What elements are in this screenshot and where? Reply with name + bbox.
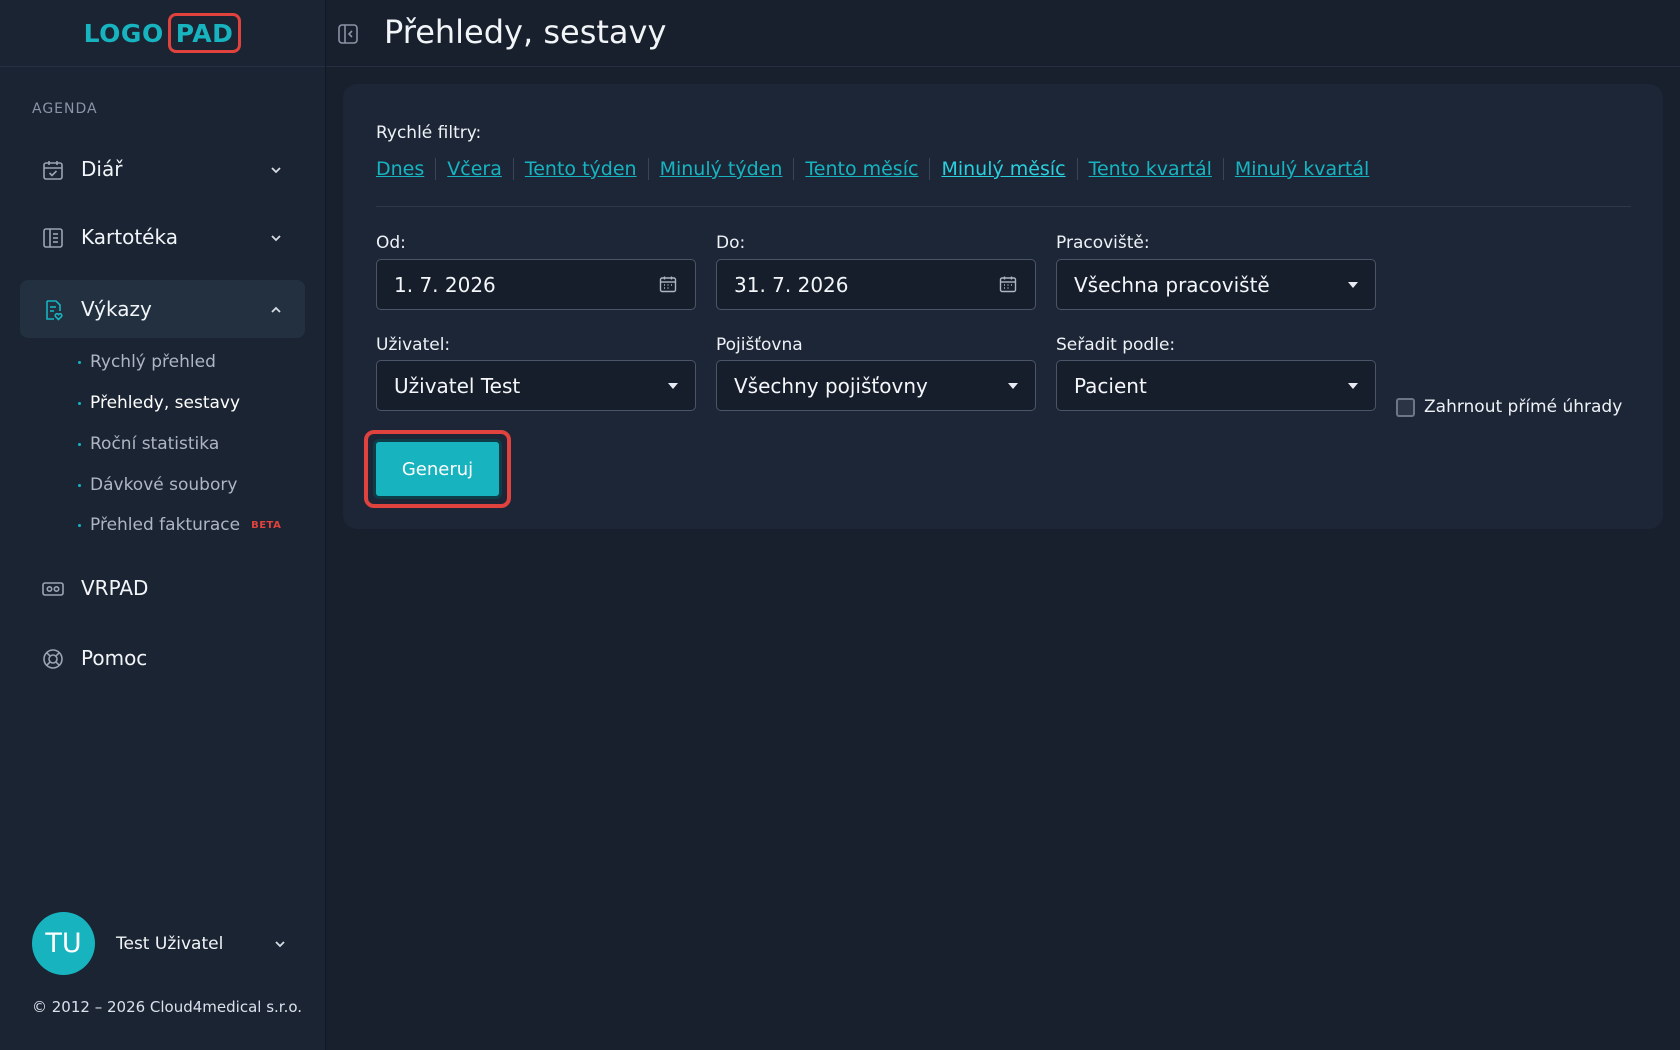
quick-filter-vcera[interactable]: Včera [447, 158, 502, 180]
beta-badge: BETA [251, 519, 282, 531]
workplace-value: Všechna pracoviště [1074, 272, 1270, 297]
calendar-icon[interactable] [658, 274, 678, 294]
insurer-select[interactable]: Všechny pojišťovny [716, 360, 1036, 411]
bullet-dot [78, 360, 81, 364]
chevron-down-icon [275, 940, 285, 947]
from-label: Od: [376, 233, 406, 253]
generate-button[interactable]: Generuj [373, 439, 502, 499]
sidebar-item-label: Kartotéka [81, 225, 178, 249]
sidebar-subitem-prehledy-sestavy[interactable]: Přehledy, sestavy [78, 393, 240, 413]
date-from-field[interactable]: 1. 7. 2026 [376, 259, 696, 310]
caret-down-icon [1348, 383, 1358, 389]
sidebar-item-diar[interactable]: Diář [20, 140, 305, 198]
card-file-icon [43, 228, 63, 248]
avatar: TU [32, 912, 95, 975]
sort-select[interactable]: Pacient [1056, 360, 1376, 411]
workplace-label: Pracoviště: [1056, 233, 1150, 253]
sidebar-item-vykazy[interactable]: Výkazy [20, 280, 305, 338]
sidebar-item-vrpad[interactable]: VRPAD [20, 559, 305, 617]
caret-down-icon [1008, 383, 1018, 389]
bullet-dot [78, 483, 81, 487]
bullet-dot [78, 523, 81, 527]
sidebar-collapse-icon[interactable] [336, 22, 360, 46]
sidebar-subitem-label: Přehled fakturace [90, 515, 241, 535]
filter-card: Rychlé filtry: Dnes Včera Tento týden Mi… [343, 84, 1663, 529]
direct-payments-checkbox[interactable] [1396, 397, 1415, 417]
user-value: Uživatel Test [394, 373, 521, 398]
logo-text-part2: PAD [167, 13, 242, 53]
sort-label: Seřadit podle: [1056, 335, 1176, 355]
sidebar-item-label: Výkazy [81, 297, 152, 321]
bullet-dot [78, 442, 81, 446]
chevron-down-icon [271, 167, 281, 174]
sidebar-subitem-label: Roční statistika [90, 434, 220, 454]
quick-filter-minuly-mesic[interactable]: Minulý měsíc [941, 158, 1065, 180]
sidebar-subitem-label: Dávkové soubory [90, 475, 238, 495]
sidebar-item-pomoc[interactable]: Pomoc [20, 629, 305, 687]
sidebar-subitem-rychly-prehled[interactable]: Rychlý přehled [78, 352, 216, 372]
quick-filter-minuly-tyden[interactable]: Minulý týden [660, 158, 783, 180]
caret-down-icon [668, 383, 678, 389]
chevron-down-icon [271, 235, 281, 242]
quick-filter-dnes[interactable]: Dnes [376, 158, 424, 180]
direct-payments-label: Zahrnout přímé úhrady [1424, 397, 1623, 417]
calendar-icon[interactable] [998, 274, 1018, 294]
sidebar-item-label: Pomoc [81, 646, 148, 670]
caret-down-icon [1348, 282, 1358, 288]
sidebar-item-kartoteka[interactable]: Kartotéka [20, 208, 305, 266]
lifebuoy-icon [43, 649, 63, 669]
calendar-check-icon [43, 161, 63, 180]
generate-button-highlight: Generuj [364, 430, 511, 508]
sidebar: LOGO PAD AGENDA Diář Kartotéka Výkazy Ry… [0, 0, 326, 1050]
logo-area: LOGO PAD [0, 0, 325, 67]
insurer-label: Pojišťovna [716, 335, 803, 355]
to-label: Do: [716, 233, 746, 253]
quick-filters: Dnes Včera Tento týden Minulý týden Tent… [376, 158, 1369, 180]
quick-filter-tento-kvartal[interactable]: Tento kvartál [1089, 158, 1212, 180]
sidebar-subitem-davkove-soubory[interactable]: Dávkové soubory [78, 475, 237, 495]
user-menu[interactable]: TU Test Uživatel [32, 912, 287, 975]
page-title: Přehledy, sestavy [384, 13, 667, 51]
sidebar-item-label: Diář [81, 157, 123, 181]
date-from-value: 1. 7. 2026 [394, 272, 496, 297]
separator [512, 158, 514, 180]
copyright: © 2012 – 2026 Cloud4medical s.r.o. [32, 998, 303, 1016]
logo-text-part1: LOGO [83, 18, 164, 48]
user-label: Uživatel: [376, 335, 451, 355]
logo[interactable]: LOGO PAD [84, 13, 242, 53]
header: Přehledy, sestavy [326, 0, 1680, 67]
insurer-value: Všechny pojišťovny [734, 373, 928, 398]
sidebar-item-label: VRPAD [81, 576, 149, 600]
quick-filter-minuly-kvartal[interactable]: Minulý kvartál [1235, 158, 1369, 180]
date-to-field[interactable]: 31. 7. 2026 [716, 259, 1036, 310]
user-name: Test Uživatel [116, 933, 224, 954]
separator [1222, 158, 1224, 180]
sidebar-subitem-prehled-fakturace[interactable]: Přehled fakturace BETA [78, 515, 281, 535]
user-select[interactable]: Uživatel Test [376, 360, 696, 411]
bullet-dot [78, 401, 81, 405]
separator [435, 158, 437, 180]
divider [376, 206, 1631, 207]
workplace-select[interactable]: Všechna pracoviště [1056, 259, 1376, 310]
quick-filter-tento-mesic[interactable]: Tento měsíc [805, 158, 918, 180]
sidebar-subitem-rocni-statistika[interactable]: Roční statistika [78, 434, 219, 454]
section-label-agenda: AGENDA [32, 101, 98, 117]
quick-filter-tento-tyden[interactable]: Tento týden [525, 158, 637, 180]
sidebar-subitem-label: Rychlý přehled [90, 352, 216, 372]
separator [929, 158, 931, 180]
report-icon [46, 300, 63, 321]
sort-value: Pacient [1074, 373, 1147, 398]
sidebar-subitem-label: Přehledy, sestavy [90, 393, 241, 413]
separator [1076, 158, 1078, 180]
separator [647, 158, 649, 180]
vr-headset-icon [42, 582, 64, 596]
quick-filters-label: Rychlé filtry: [376, 123, 482, 143]
date-to-value: 31. 7. 2026 [734, 272, 849, 297]
chevron-up-icon [271, 306, 281, 313]
separator [793, 158, 795, 180]
direct-payments-toggle[interactable]: Zahrnout přímé úhrady [1396, 397, 1622, 417]
